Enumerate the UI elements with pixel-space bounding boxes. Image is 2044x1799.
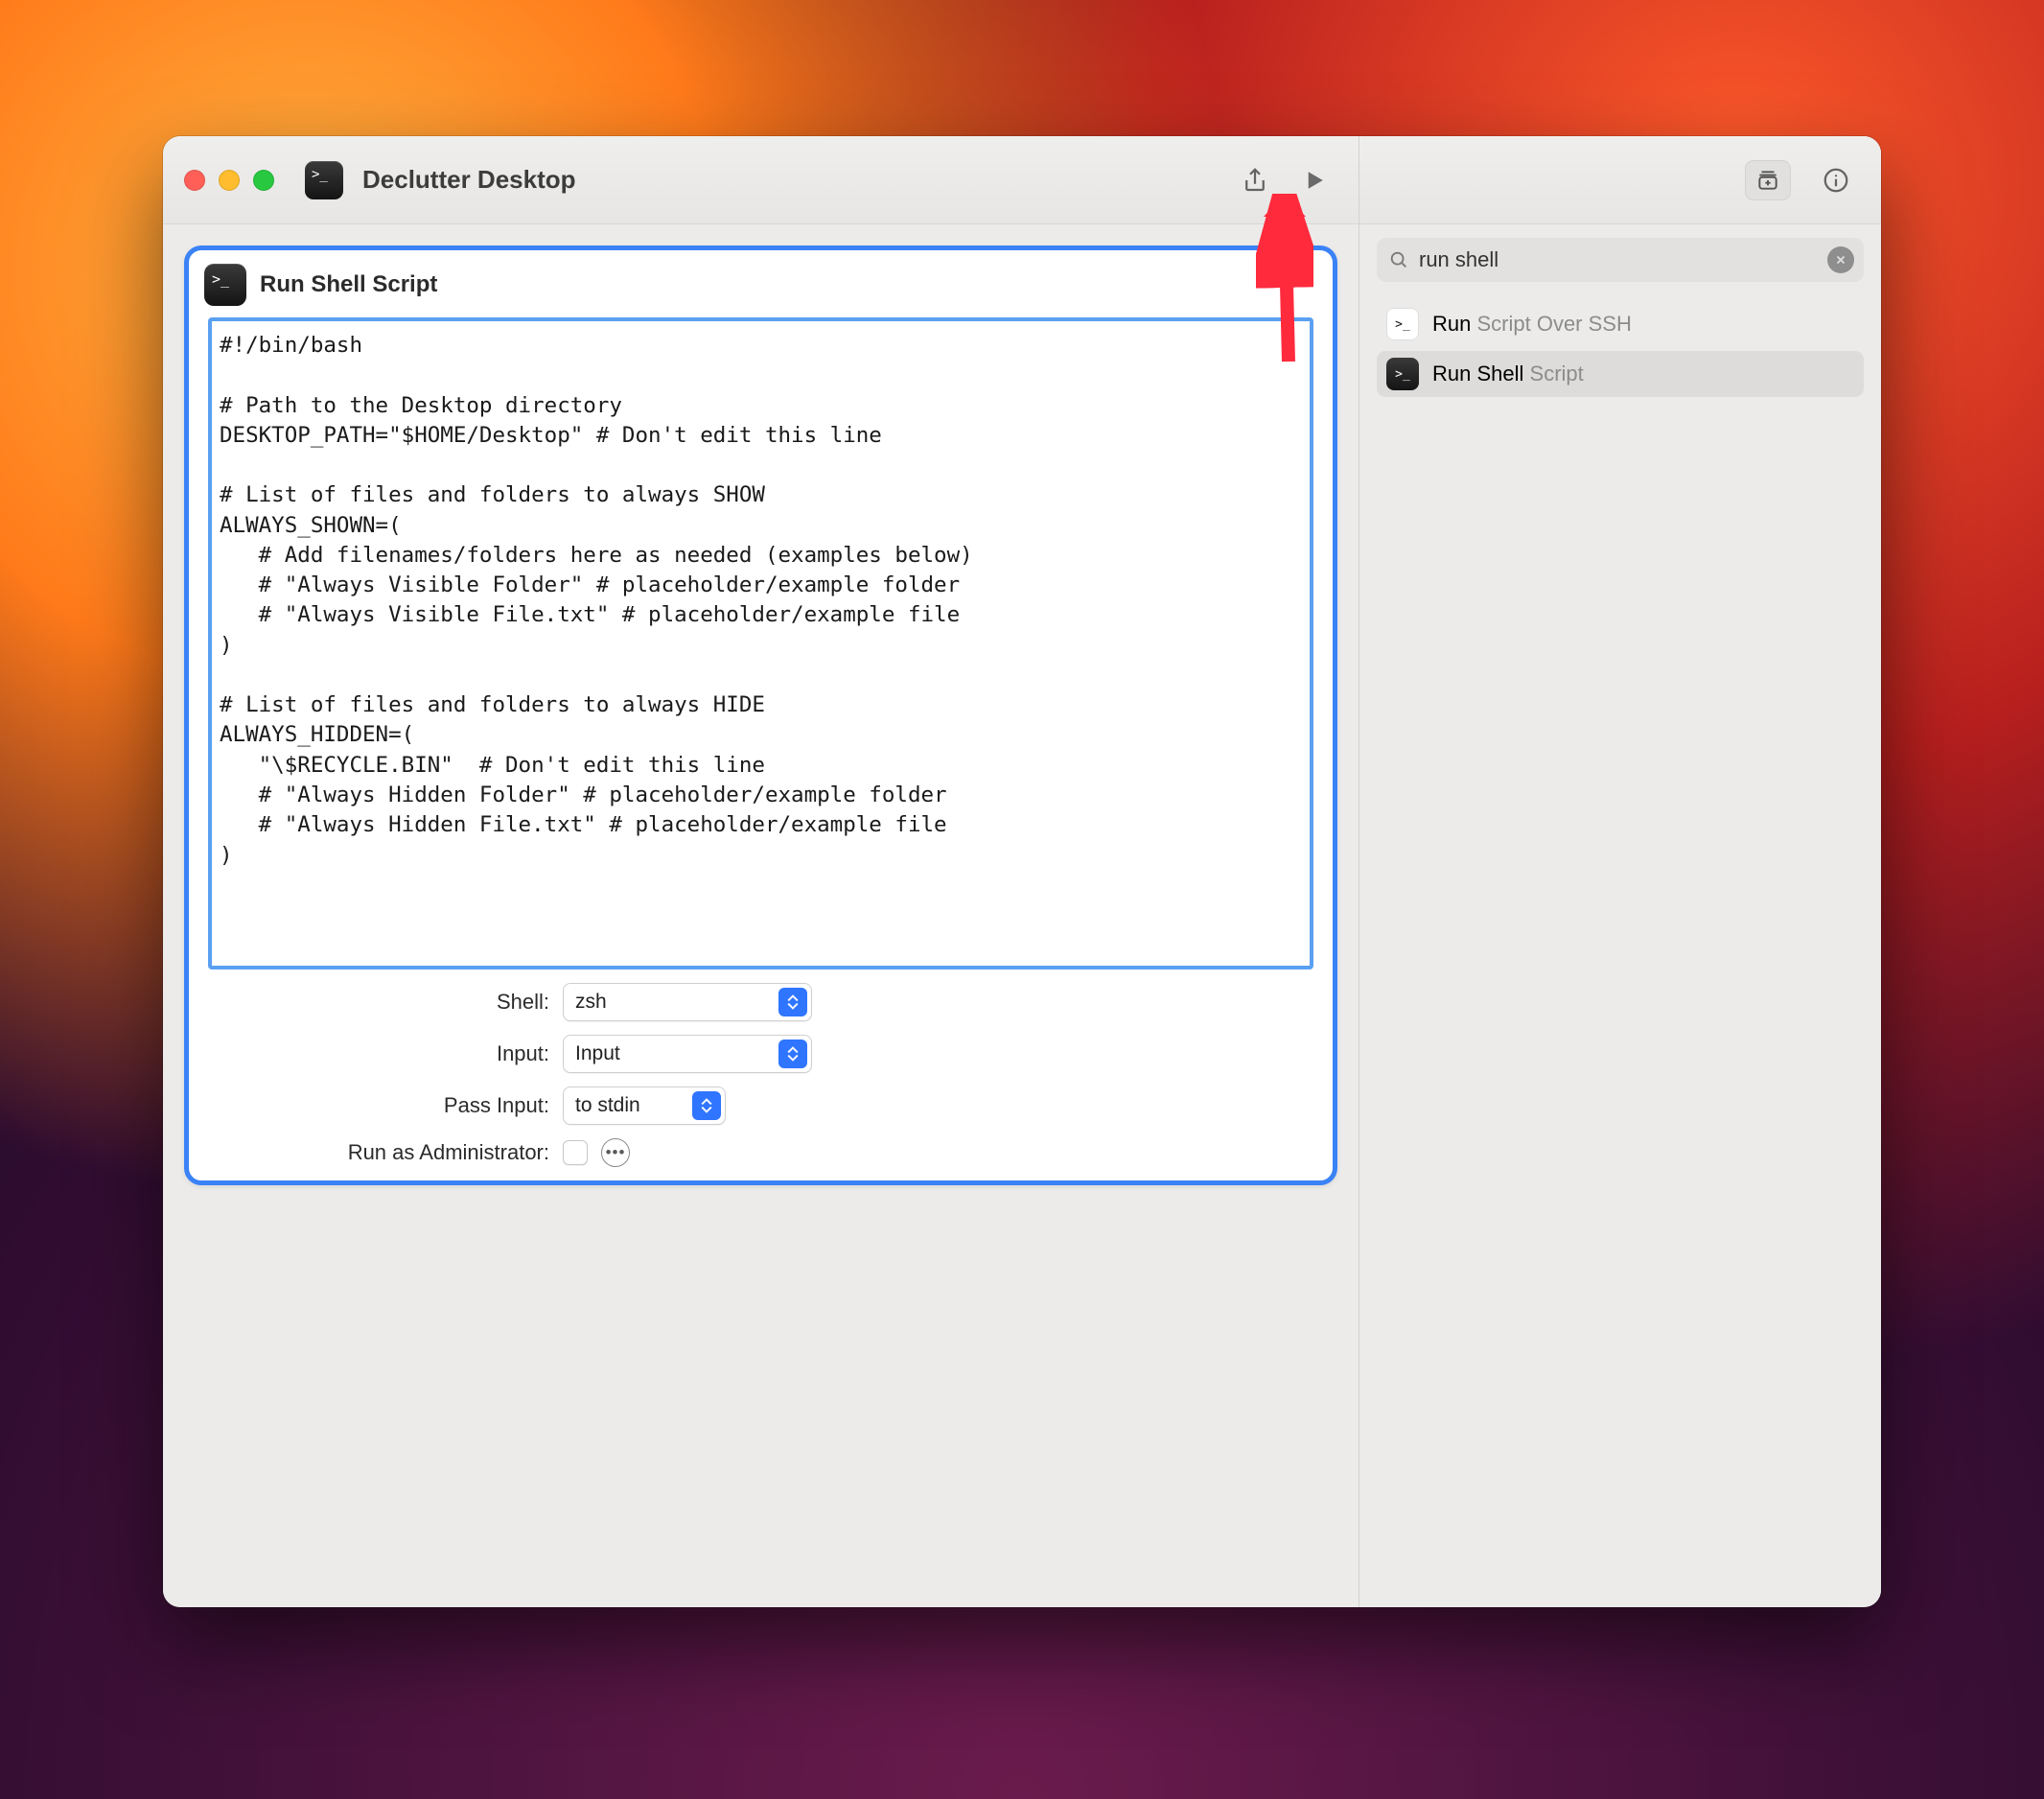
remove-action-button[interactable]: × bbox=[1290, 268, 1317, 294]
script-text[interactable]: #!/bin/bash # Path to the Desktop direct… bbox=[220, 331, 1302, 970]
library-button[interactable] bbox=[1745, 160, 1791, 200]
window-title: Declutter Desktop bbox=[362, 165, 576, 195]
workflow-canvas[interactable]: >_ Run Shell Script × #!/bin/bash # Path… bbox=[163, 224, 1359, 1607]
chevrons-icon bbox=[692, 1091, 721, 1120]
library-item[interactable]: >_ Run Shell Script bbox=[1377, 351, 1864, 397]
action-title: Run Shell Script bbox=[260, 271, 437, 298]
ellipsis-icon: ••• bbox=[606, 1143, 626, 1162]
library-item[interactable]: >_ Run Script Over SSH bbox=[1377, 301, 1864, 347]
titlebar: >_ Declutter Desktop bbox=[163, 136, 1359, 224]
terminal-icon: >_ bbox=[1386, 308, 1419, 340]
shell-value: zsh bbox=[575, 991, 607, 1014]
library-item-label: Run Script Over SSH bbox=[1432, 312, 1632, 337]
app-window: >_ Declutter Desktop >_ Run Shell Script bbox=[163, 136, 1881, 1607]
pass-input-label: Pass Input: bbox=[208, 1093, 549, 1118]
window-zoom-button[interactable] bbox=[253, 170, 274, 191]
terminal-icon: >_ bbox=[305, 161, 343, 199]
pass-input-select[interactable]: to stdin bbox=[563, 1086, 726, 1125]
input-label: Input: bbox=[208, 1041, 549, 1066]
traffic-lights bbox=[184, 170, 274, 191]
editor-pane: >_ Declutter Desktop >_ Run Shell Script bbox=[163, 136, 1359, 1607]
run-as-admin-label: Run as Administrator: bbox=[208, 1140, 549, 1165]
search-input[interactable] bbox=[1419, 247, 1820, 272]
library-pane: >_ Run Script Over SSH >_ Run Shell Script bbox=[1359, 136, 1881, 1607]
library-toolbar bbox=[1359, 136, 1881, 224]
library-search-wrap bbox=[1359, 224, 1881, 295]
chevrons-icon bbox=[778, 1040, 807, 1068]
run-as-admin-checkbox[interactable] bbox=[563, 1140, 588, 1165]
action-header[interactable]: >_ Run Shell Script × bbox=[189, 250, 1333, 317]
options-more-button[interactable]: ••• bbox=[601, 1138, 630, 1167]
run-shell-script-action: >_ Run Shell Script × #!/bin/bash # Path… bbox=[184, 245, 1337, 1185]
pass-input-value: to stdin bbox=[575, 1094, 640, 1117]
shell-label: Shell: bbox=[208, 990, 549, 1015]
close-icon: × bbox=[1298, 270, 1311, 292]
window-close-button[interactable] bbox=[184, 170, 205, 191]
shell-select[interactable]: zsh bbox=[563, 983, 812, 1021]
library-item-label: Run Shell Script bbox=[1432, 362, 1584, 386]
window-minimize-button[interactable] bbox=[219, 170, 240, 191]
clear-search-button[interactable] bbox=[1827, 246, 1854, 273]
input-select[interactable]: Input bbox=[563, 1035, 812, 1073]
terminal-icon: >_ bbox=[1386, 358, 1419, 390]
script-editor[interactable]: #!/bin/bash # Path to the Desktop direct… bbox=[208, 317, 1313, 970]
info-button[interactable] bbox=[1820, 157, 1852, 203]
action-options: Shell: zsh Input: Input bbox=[189, 983, 1333, 1167]
close-icon bbox=[1834, 253, 1847, 267]
library-results: >_ Run Script Over SSH >_ Run Shell Script bbox=[1359, 295, 1881, 403]
search-icon bbox=[1388, 249, 1409, 270]
share-button[interactable] bbox=[1232, 157, 1278, 203]
terminal-icon: >_ bbox=[204, 264, 246, 306]
library-search[interactable] bbox=[1377, 238, 1864, 282]
input-value: Input bbox=[575, 1042, 620, 1065]
run-button[interactable] bbox=[1291, 157, 1337, 203]
library-icon bbox=[1755, 168, 1780, 193]
share-icon bbox=[1241, 166, 1269, 195]
play-icon bbox=[1300, 166, 1329, 195]
chevrons-icon bbox=[778, 988, 807, 1016]
info-icon bbox=[1822, 166, 1850, 195]
